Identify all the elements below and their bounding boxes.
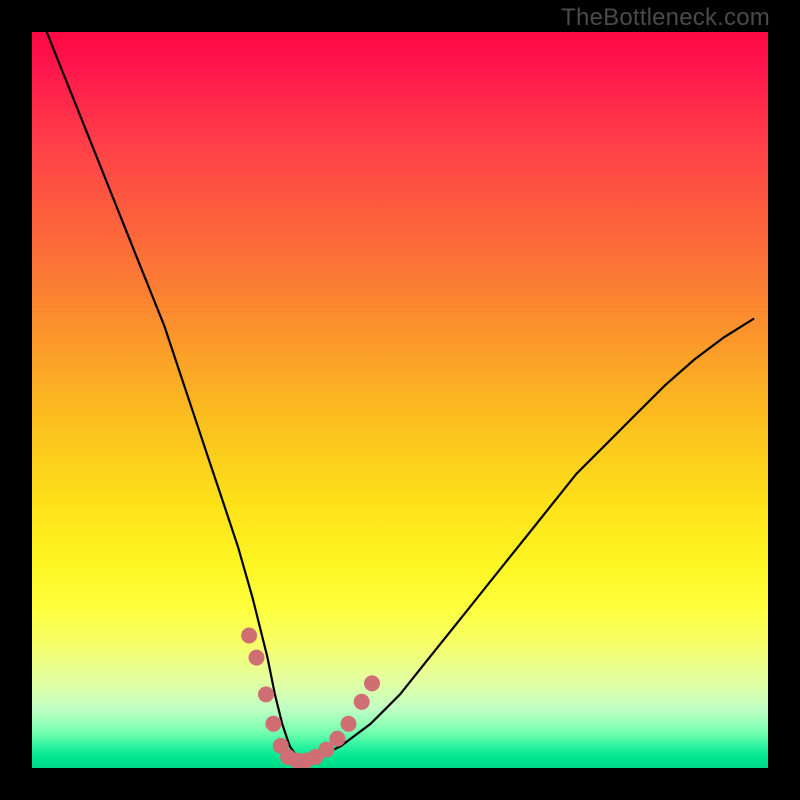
marker-dot [265,716,281,732]
watermark-text: TheBottleneck.com [561,4,770,32]
marker-dot [241,628,257,644]
marker-dot [364,675,380,691]
chart-frame: TheBottleneck.com [0,0,800,800]
marker-dot [341,716,357,732]
marker-dot [258,686,274,702]
marker-dot [329,731,345,747]
bottleneck-curve [47,32,754,761]
curve-layer [32,32,768,768]
marker-dot [354,694,370,710]
plot-area [32,32,768,768]
marker-dot [249,650,265,666]
highlight-markers [241,628,380,769]
